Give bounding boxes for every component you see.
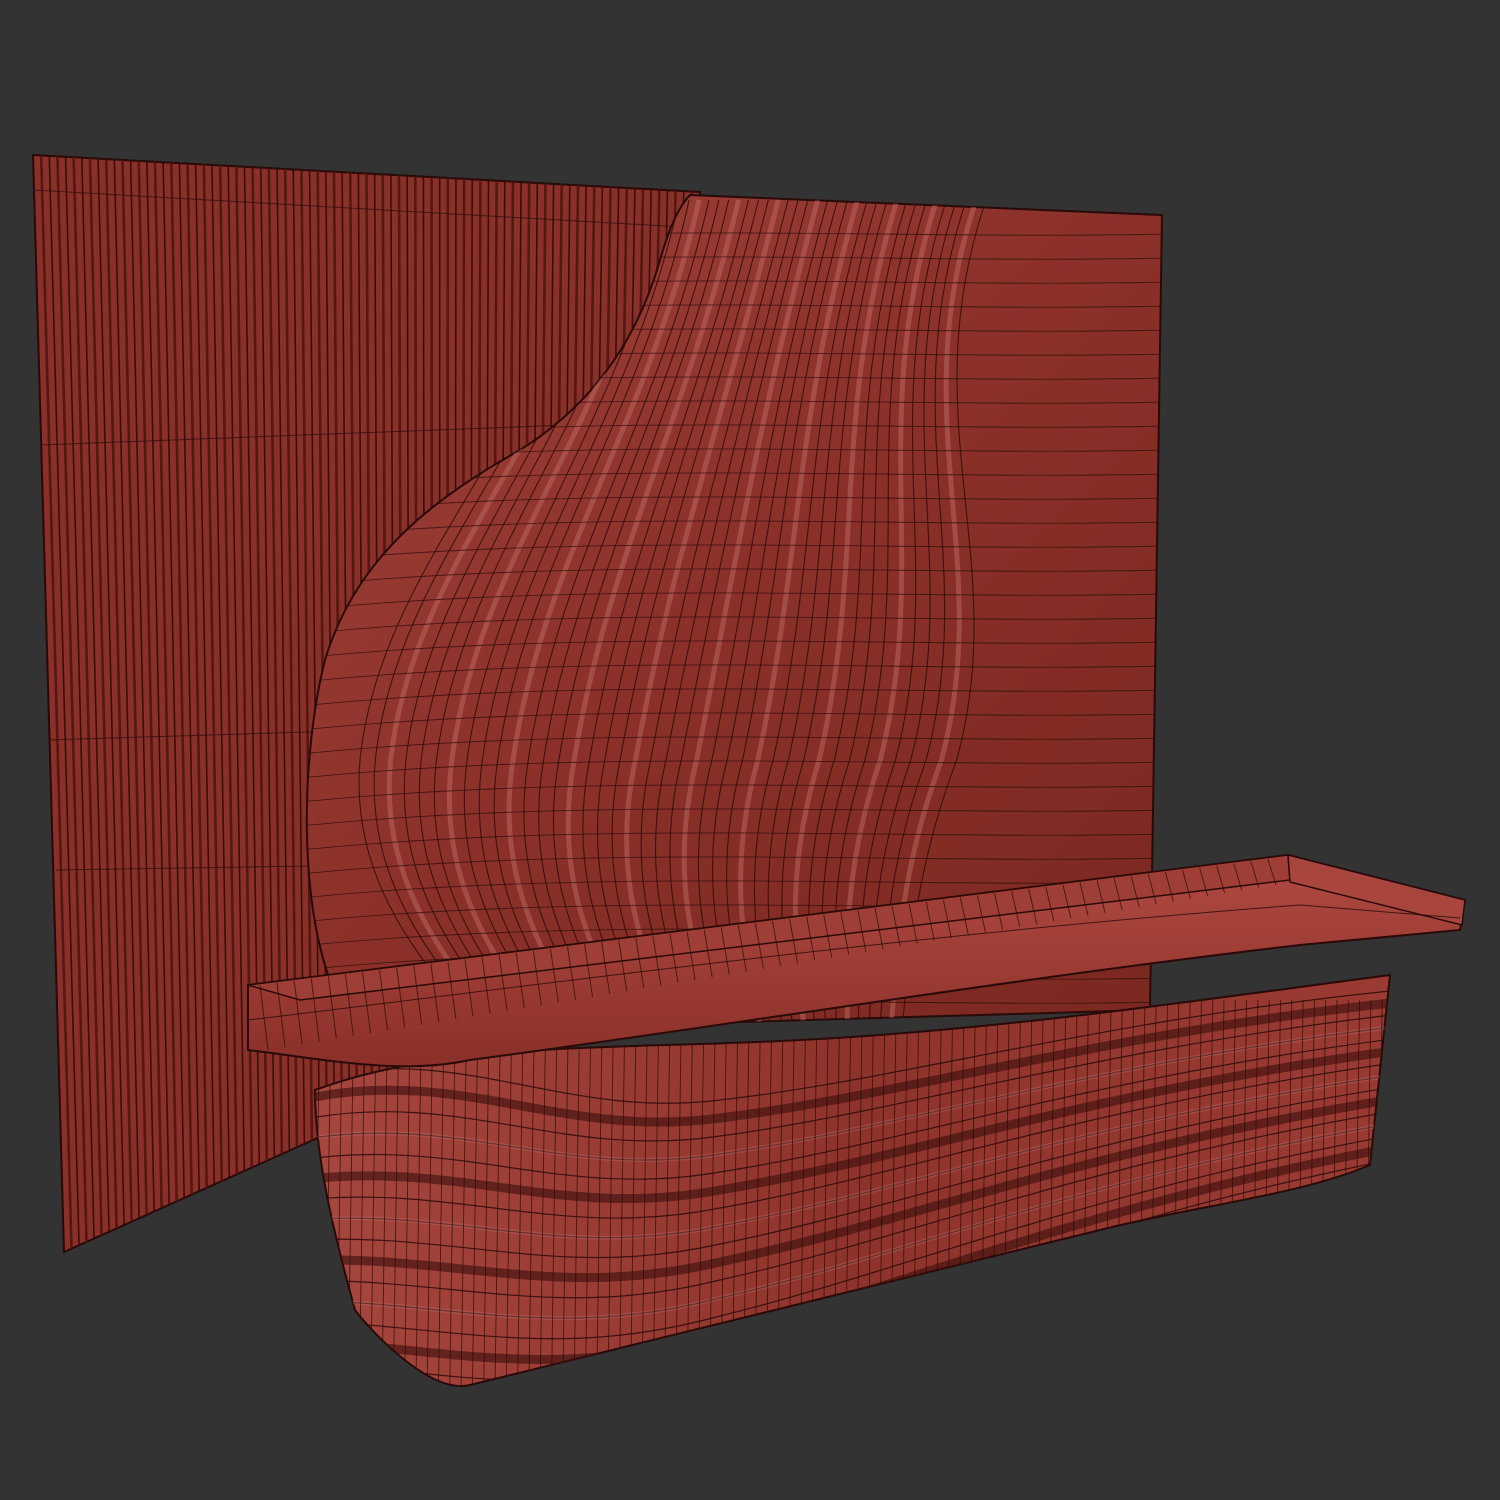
model-render — [31, 153, 1467, 1388]
3d-viewport[interactable] — [0, 0, 1500, 1500]
